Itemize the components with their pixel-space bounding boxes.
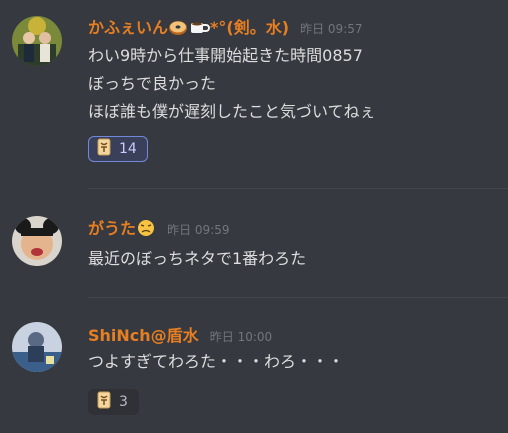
message-divider bbox=[88, 188, 508, 189]
mahjong-tile-emoji bbox=[97, 391, 111, 413]
timestamp[interactable]: 昨日 09:57 bbox=[300, 22, 362, 36]
message-line: わい9時から仕事開始起きた時間0857 bbox=[88, 46, 363, 65]
reaction-count: 3 bbox=[119, 394, 128, 410]
message-line: つよすぎてわろた・・・わろ・・・ bbox=[88, 352, 345, 371]
message-header: がうた 昨日 09:59 bbox=[88, 215, 230, 238]
reaction-count: 14 bbox=[119, 141, 137, 157]
donut-emoji bbox=[168, 18, 188, 40]
username[interactable]: ShiNch@盾水 bbox=[88, 326, 199, 345]
avatar[interactable] bbox=[12, 322, 62, 372]
disappointed-face-emoji bbox=[136, 219, 156, 241]
reaction-button[interactable]: 3 bbox=[88, 389, 139, 415]
username[interactable]: がうた bbox=[88, 219, 156, 238]
message-header: かふぇいん *°(剣。水) 昨日 09:57 bbox=[88, 14, 363, 37]
message-line: ほぼ誰も僕が遅刻したこと気づいてねぇ bbox=[88, 102, 376, 121]
message-divider bbox=[88, 297, 508, 298]
username[interactable]: かふぇいん *°(剣。水) bbox=[88, 18, 289, 37]
avatar[interactable] bbox=[12, 216, 62, 266]
timestamp[interactable]: 昨日 09:59 bbox=[167, 223, 229, 237]
mahjong-tile-emoji bbox=[97, 138, 111, 160]
reaction-button[interactable]: 14 bbox=[88, 136, 148, 162]
timestamp[interactable]: 昨日 10:00 bbox=[210, 330, 272, 344]
message-line: ぼっちで良かった bbox=[88, 74, 217, 93]
message-line: 最近のぼっちネタで1番わろた bbox=[88, 249, 307, 268]
coffee-emoji bbox=[188, 18, 210, 40]
message-header: ShiNch@盾水 昨日 10:00 bbox=[88, 322, 272, 345]
avatar[interactable] bbox=[12, 16, 62, 66]
